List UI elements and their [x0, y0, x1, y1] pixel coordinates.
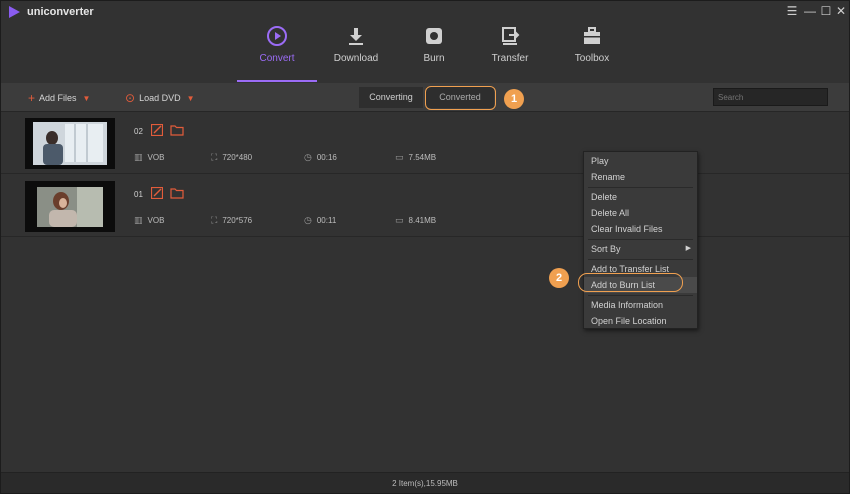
app-logo-icon [9, 6, 20, 18]
thumbnail-image [25, 118, 115, 169]
file-duration: ◷ 00:16 [304, 152, 337, 163]
load-dvd-label: Load DVD [139, 93, 181, 103]
file-index: 01 [134, 190, 143, 199]
file-duration-value: 00:11 [316, 216, 337, 225]
nav-burn[interactable]: Burn [394, 23, 474, 82]
nav-convert-label: Convert [259, 53, 295, 64]
nav-download[interactable]: Download [316, 23, 396, 82]
transfer-icon [502, 27, 520, 45]
file-size: ▭ 8.41MB [395, 215, 436, 226]
callout-badge-2: 2 [549, 268, 569, 288]
chevron-down-icon[interactable]: ▼ [187, 94, 195, 103]
file-duration-value: 00:16 [316, 153, 337, 162]
chevron-right-icon: ▶ [685, 245, 691, 252]
context-menu: Play Rename Delete Delete All Clear Inva… [583, 151, 698, 329]
close-icon[interactable]: ✕ [834, 4, 848, 18]
file-format: ▥ VOB [134, 215, 164, 226]
minimize-icon[interactable]: — [803, 4, 817, 18]
nav-transfer-label: Transfer [491, 53, 529, 64]
file-row[interactable]: 02 ▥ VOB ⛶ 720*480 ◷ 00:16 ▭ 7.54MB [1, 112, 849, 174]
file-resolution-value: 720*576 [222, 216, 253, 225]
load-dvd-button[interactable]: ⊙ Load DVD ▼ [125, 91, 195, 105]
edit-icon[interactable] [151, 124, 163, 136]
menu-item-open-location[interactable]: Open File Location [584, 313, 697, 329]
toolbar: + Add Files ▼ ⊙ Load DVD ▼ Converting Conver… [1, 83, 849, 112]
highlight-add-burn [578, 273, 683, 292]
thumbnail-image [25, 181, 115, 232]
menu-item-sort-by-label: Sort By [591, 244, 621, 254]
nav-transfer[interactable]: Transfer [470, 23, 550, 82]
plus-icon: + [28, 91, 36, 105]
main-nav: Convert Download Burn Transfer Toolbox [1, 23, 849, 105]
file-size-value: 8.41MB [408, 216, 437, 225]
file-duration: ◷ 00:11 [304, 215, 336, 226]
edit-icon[interactable] [151, 187, 163, 199]
nav-burn-label: Burn [423, 53, 445, 64]
tab-converting[interactable]: Converting [359, 87, 423, 108]
clock-icon: ◷ [304, 215, 312, 225]
file-size-value: 7.54MB [408, 153, 437, 162]
file-size: ▭ 7.54MB [395, 152, 436, 163]
menu-item-delete[interactable]: Delete [584, 189, 697, 205]
disc-burn-icon [426, 28, 442, 44]
menu-item-media-info[interactable]: Media Information [584, 297, 697, 313]
menu-item-clear-invalid[interactable]: Clear Invalid Files [584, 221, 697, 237]
file-resolution: ⛶ 720*480 [211, 152, 252, 163]
menu-divider [588, 239, 693, 240]
file-index: 02 [134, 127, 143, 136]
folder-icon[interactable] [170, 124, 184, 136]
add-files-button[interactable]: + Add Files ▼ [28, 91, 90, 105]
video-thumbnail [25, 118, 115, 169]
file-row[interactable]: 01 ▥ VOB ⛶ 720*576 ◷ 00:11 ▭ 8.41MB [1, 175, 849, 237]
resolution-icon: ⛶ [211, 215, 218, 225]
app-window: uniconverter ☰ — ☐ ✕ Convert Download Bu… [0, 0, 850, 494]
folder-size-icon: ▭ [395, 215, 404, 225]
title-bar: uniconverter ☰ — ☐ ✕ [1, 1, 849, 23]
maximize-icon[interactable]: ☐ [819, 4, 833, 18]
download-icon [349, 28, 363, 45]
app-title: uniconverter [27, 6, 94, 18]
nav-download-label: Download [333, 53, 379, 64]
toolbox-icon [584, 27, 600, 44]
film-icon: ▥ [134, 152, 143, 162]
nav-toolbox-label: Toolbox [574, 53, 610, 64]
highlight-converted [425, 86, 496, 110]
file-format: ▥ VOB [134, 152, 164, 163]
file-resolution-value: 720*480 [222, 153, 253, 162]
file-format-value: VOB [147, 153, 165, 162]
menu-divider [588, 259, 693, 260]
add-files-label: Add Files [39, 93, 77, 103]
film-icon: ▥ [134, 215, 143, 225]
menu-icon[interactable]: ☰ [785, 4, 799, 18]
menu-item-sort-by[interactable]: Sort By ▶ [584, 241, 697, 257]
menu-divider [588, 187, 693, 188]
search-input[interactable] [713, 88, 828, 106]
menu-divider [588, 295, 693, 296]
menu-item-play[interactable]: Play [584, 153, 697, 169]
menu-item-rename[interactable]: Rename [584, 169, 697, 185]
clock-icon: ◷ [304, 152, 312, 162]
file-resolution: ⛶ 720*576 [211, 215, 252, 226]
dvd-icon: ⊙ [125, 91, 136, 105]
file-format-value: VOB [147, 216, 165, 225]
video-thumbnail [25, 181, 115, 232]
resolution-icon: ⛶ [211, 152, 218, 162]
callout-badge-1: 1 [504, 89, 524, 109]
nav-toolbox[interactable]: Toolbox [552, 23, 632, 82]
folder-icon[interactable] [170, 187, 184, 199]
chevron-down-icon[interactable]: ▼ [83, 94, 91, 103]
menu-item-delete-all[interactable]: Delete All [584, 205, 697, 221]
folder-size-icon: ▭ [395, 152, 404, 162]
play-circle-icon [267, 26, 287, 46]
status-bar: 2 Item(s),15.95MB [1, 472, 849, 493]
nav-convert[interactable]: Convert [237, 23, 317, 82]
